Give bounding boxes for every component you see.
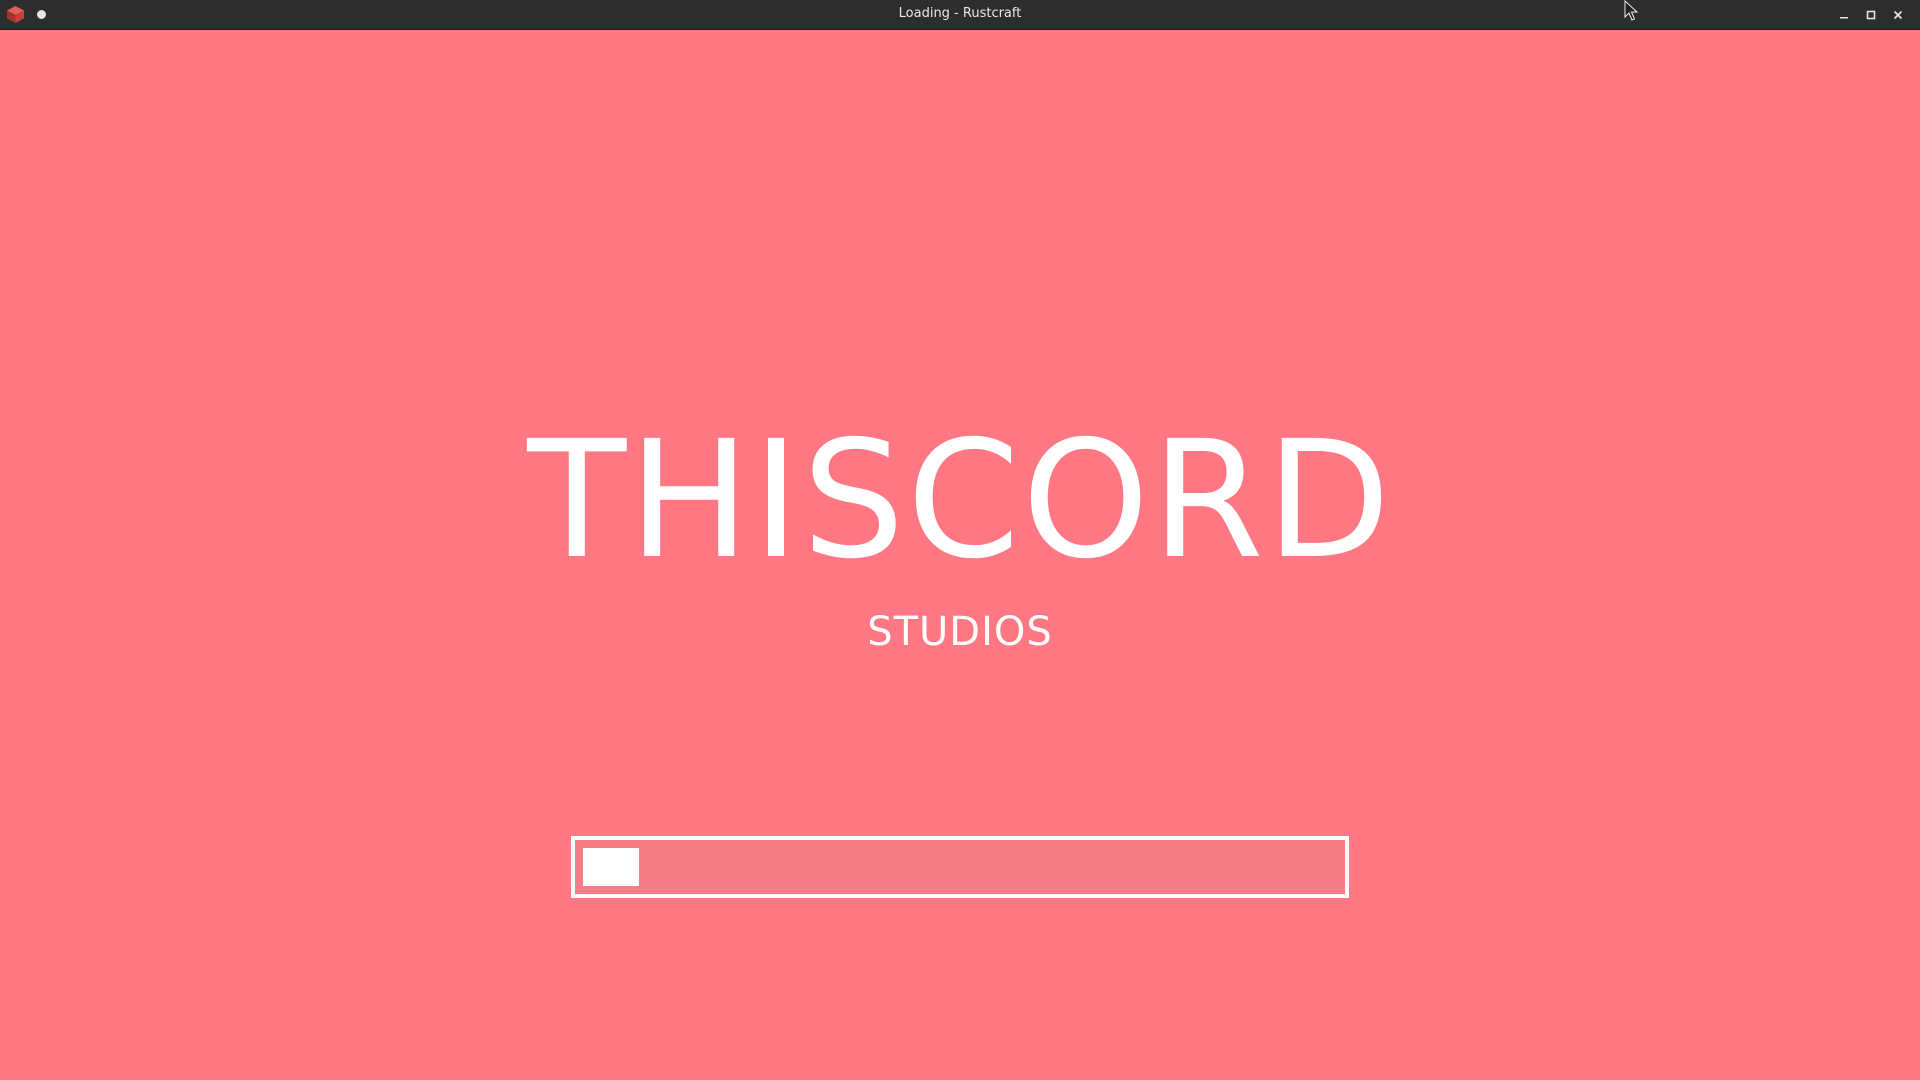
studio-logo-subtitle: STUDIOS <box>867 609 1053 655</box>
loading-progress-bar <box>571 836 1349 898</box>
close-icon[interactable] <box>1888 5 1908 25</box>
minimize-icon[interactable] <box>1834 5 1854 25</box>
maximize-icon[interactable] <box>1861 5 1881 25</box>
mouse-cursor-icon <box>1624 0 1640 22</box>
window-titlebar[interactable]: Loading - Rustcraft <box>0 0 1920 30</box>
studio-logo-title: THISCORD <box>527 407 1393 595</box>
loading-progress-fill <box>583 848 639 886</box>
